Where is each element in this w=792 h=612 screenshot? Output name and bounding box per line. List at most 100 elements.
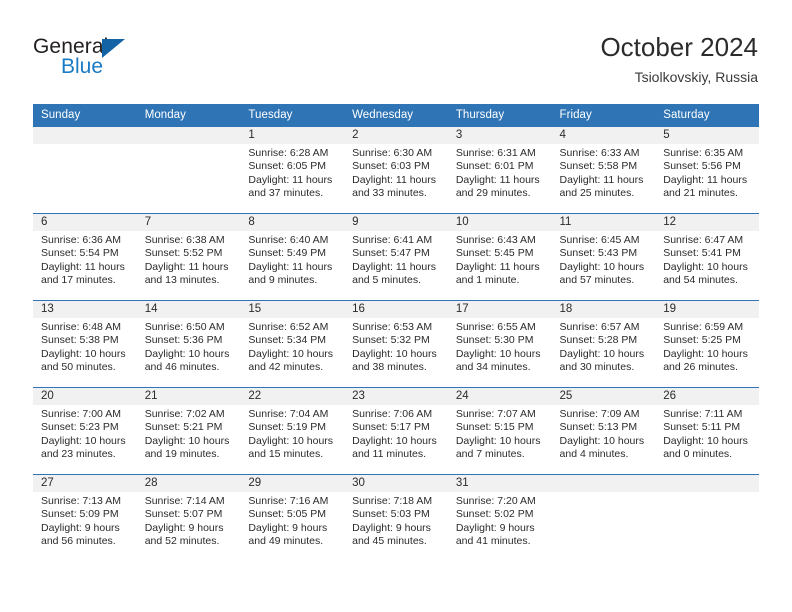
sunset-text: Sunset: 5:41 PM [663,247,741,260]
daylight-text: and 57 minutes. [559,274,635,287]
day-cell-inner: 19 Sunrise: 6:59 AM Sunset: 5:25 PM Dayligh… [655,301,759,387]
day-cell-inner: 22 Sunrise: 7:04 AM Sunset: 5:19 PM Dayligh… [240,388,345,474]
day-cell-inner: 18 Sunrise: 6:57 AM Sunset: 5:28 PM Dayligh… [551,301,656,387]
day-cell-inner: 11 Sunrise: 6:45 AM Sunset: 5:43 PM Dayligh… [551,214,656,300]
day-cell-inner: 26 Sunrise: 7:11 AM Sunset: 5:11 PM Dayligh… [655,388,759,474]
daylight-text: and 9 minutes. [248,274,318,287]
logo-text-blue: Blue [61,55,104,78]
day-details: Sunrise: 7:02 AM Sunset: 5:21 PM Daylight:… [137,405,241,462]
day-number: 28 [136,475,241,492]
day-details: Sunrise: 6:52 AM Sunset: 5:34 PM Daylight:… [240,318,344,375]
calendar-day-cell[interactable]: 18 Sunrise: 6:57 AM Sunset: 5:28 PM Dayligh… [551,300,656,388]
daylight-text: and 46 minutes. [144,361,220,374]
day-details: Sunrise: 6:55 AM Sunset: 5:30 PM Daylight:… [448,318,552,375]
calendar-day-cell[interactable]: 14 Sunrise: 6:50 AM Sunset: 5:36 PM Dayligh… [136,300,241,388]
day-details: Sunrise: 6:47 AM Sunset: 5:41 PM Daylight:… [655,231,759,288]
sunset-text: Sunset: 5:34 PM [248,334,327,347]
sunrise-text: Sunrise: 7:20 AM [455,495,536,507]
day-number: 3 [447,127,552,144]
day-cell-inner [136,127,241,213]
day-details: Sunrise: 6:33 AM Sunset: 5:58 PM Daylight:… [552,144,656,201]
calendar-day-cell[interactable]: 9 Sunrise: 6:41 AM Sunset: 5:47 PM Daylight… [344,213,448,301]
weekday-header-friday: Friday [551,104,656,127]
calendar-day-cell[interactable]: 4 Sunrise: 6:33 AM Sunset: 5:58 PM Daylight… [551,127,656,214]
sunrise-text: Sunrise: 6:50 AM [144,321,225,333]
daylight-text: and 17 minutes. [41,274,116,287]
calendar-day-cell[interactable]: 17 Sunrise: 6:55 AM Sunset: 5:30 PM Dayligh… [447,300,552,388]
sunrise-text: Sunrise: 6:55 AM [455,321,536,333]
calendar-day-cell[interactable]: 19 Sunrise: 6:59 AM Sunset: 5:25 PM Dayligh… [655,300,759,388]
calendar-day-cell[interactable]: 22 Sunrise: 7:04 AM Sunset: 5:19 PM Dayligh… [240,387,345,475]
calendar-week-row: 13 Sunrise: 6:48 AM Sunset: 5:38 PM Dayligh… [33,300,759,388]
logo-text-general: General [33,35,109,58]
sunset-text: Sunset: 5:36 PM [144,334,223,347]
sunset-text: Sunset: 5:38 PM [41,334,119,347]
calendar-day-cell[interactable]: 31 Sunrise: 7:20 AM Sunset: 5:02 PM Dayligh… [447,474,552,561]
day-cell-inner: 6 Sunrise: 6:36 AM Sunset: 5:54 PM Daylight… [33,214,137,300]
sunrise-text: Sunrise: 7:06 AM [352,408,433,420]
calendar-day-cell[interactable]: 15 Sunrise: 6:52 AM Sunset: 5:34 PM Dayligh… [240,300,345,388]
day-number: 9 [344,214,448,231]
daylight-text: Daylight: 9 hours [455,521,535,534]
daylight-text: Daylight: 10 hours [41,434,126,447]
calendar-day-cell[interactable]: 21 Sunrise: 7:02 AM Sunset: 5:21 PM Dayligh… [136,387,241,475]
calendar-day-cell[interactable]: 7 Sunrise: 6:38 AM Sunset: 5:52 PM Daylight… [136,213,241,301]
daylight-text: Daylight: 10 hours [144,434,230,447]
sunrise-text: Sunrise: 7:13 AM [41,495,121,507]
calendar-day-cell[interactable]: 2 Sunrise: 6:30 AM Sunset: 6:03 PM Daylight… [344,127,448,214]
calendar-day-cell[interactable]: 24 Sunrise: 7:07 AM Sunset: 5:15 PM Dayligh… [447,387,552,475]
calendar-day-cell[interactable]: 1 Sunrise: 6:28 AM Sunset: 6:05 PM Daylight… [240,127,345,214]
daylight-text: Daylight: 9 hours [248,521,328,534]
calendar-day-cell[interactable]: 27 Sunrise: 7:13 AM Sunset: 5:09 PM Dayligh… [33,474,137,561]
day-cell-inner: 31 Sunrise: 7:20 AM Sunset: 5:02 PM Dayligh… [447,475,552,561]
daylight-text: Daylight: 11 hours [352,260,436,273]
sunset-text: Sunset: 5:19 PM [248,421,327,434]
sunrise-text: Sunrise: 7:09 AM [559,408,640,420]
day-details: Sunrise: 6:30 AM Sunset: 6:03 PM Daylight:… [344,144,448,201]
calendar-header-row: Sunday Monday Tuesday Wednesday Thursday Frid… [33,104,759,127]
calendar-day-cell[interactable]: 28 Sunrise: 7:14 AM Sunset: 5:07 PM Dayligh… [136,474,241,561]
day-number: 22 [240,388,345,405]
day-number: 19 [655,301,759,318]
day-cell-inner: 10 Sunrise: 6:43 AM Sunset: 5:45 PM Dayligh… [447,214,552,300]
daylight-text: Daylight: 11 hours [455,260,540,273]
generalblue-logo[interactable]: General Blue [33,36,163,86]
sunset-text: Sunset: 5:25 PM [663,334,741,347]
calendar-day-cell[interactable]: 29 Sunrise: 7:16 AM Sunset: 5:05 PM Dayligh… [240,474,345,561]
sunset-text: Sunset: 6:01 PM [455,160,534,173]
day-number [551,475,656,492]
calendar-day-cell[interactable]: 16 Sunrise: 6:53 AM Sunset: 5:32 PM Dayligh… [344,300,448,388]
weekday-header-monday: Monday [136,104,241,127]
day-number: 12 [655,214,759,231]
daylight-text: and 56 minutes. [41,535,116,548]
sunset-text: Sunset: 5:58 PM [559,160,638,173]
daylight-text: Daylight: 10 hours [559,260,645,273]
day-cell-inner: 13 Sunrise: 6:48 AM Sunset: 5:38 PM Dayligh… [33,301,137,387]
calendar-day-cell[interactable]: 8 Sunrise: 6:40 AM Sunset: 5:49 PM Daylight… [240,213,345,301]
calendar-day-cell[interactable]: 6 Sunrise: 6:36 AM Sunset: 5:54 PM Daylight… [33,213,137,301]
calendar-day-cell[interactable]: 10 Sunrise: 6:43 AM Sunset: 5:45 PM Dayligh… [447,213,552,301]
daylight-text: Daylight: 11 hours [144,260,229,273]
calendar-day-cell[interactable]: 26 Sunrise: 7:11 AM Sunset: 5:11 PM Dayligh… [655,387,759,475]
sunset-text: Sunset: 5:54 PM [41,247,119,260]
day-number: 4 [551,127,656,144]
calendar-day-cell[interactable]: 13 Sunrise: 6:48 AM Sunset: 5:38 PM Dayligh… [33,300,137,388]
calendar-day-cell[interactable]: 23 Sunrise: 7:06 AM Sunset: 5:17 PM Dayligh… [344,387,448,475]
day-cell-inner: 2 Sunrise: 6:30 AM Sunset: 6:03 PM Daylight… [344,127,448,213]
calendar-day-cell[interactable]: 5 Sunrise: 6:35 AM Sunset: 5:56 PM Daylight… [655,127,759,214]
daylight-text: Daylight: 10 hours [663,260,748,273]
calendar-day-cell[interactable]: 3 Sunrise: 6:31 AM Sunset: 6:01 PM Daylight… [447,127,552,214]
calendar-day-cell[interactable]: 12 Sunrise: 6:47 AM Sunset: 5:41 PM Dayligh… [655,213,759,301]
daylight-text: and 25 minutes. [559,187,635,200]
calendar-day-cell[interactable]: 25 Sunrise: 7:09 AM Sunset: 5:13 PM Dayligh… [551,387,656,475]
calendar-day-cell[interactable]: 11 Sunrise: 6:45 AM Sunset: 5:43 PM Dayligh… [551,213,656,301]
day-number [655,475,759,492]
day-number: 17 [447,301,552,318]
daylight-text: and 15 minutes. [248,448,324,461]
day-number: 5 [655,127,759,144]
calendar-day-cell[interactable]: 20 Sunrise: 7:00 AM Sunset: 5:23 PM Dayligh… [33,387,137,475]
daylight-text: and 5 minutes. [352,274,421,287]
day-number: 16 [344,301,448,318]
sunrise-text: Sunrise: 7:11 AM [663,408,743,420]
calendar-day-cell[interactable]: 30 Sunrise: 7:18 AM Sunset: 5:03 PM Dayligh… [344,474,448,561]
